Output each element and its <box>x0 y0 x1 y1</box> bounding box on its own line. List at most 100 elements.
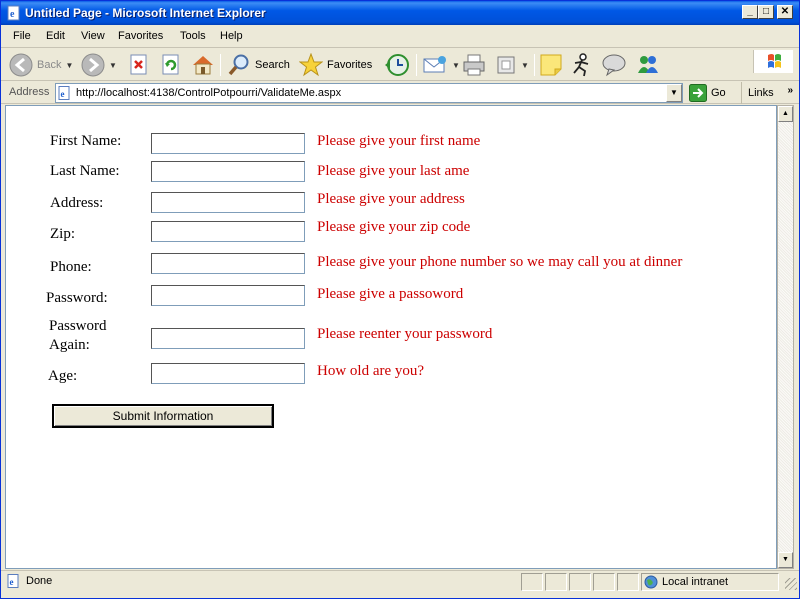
age-field[interactable] <box>151 363 305 384</box>
address-label: Address <box>9 86 50 98</box>
browser-window: e Untitled Page - Microsoft Internet Exp… <box>0 0 800 599</box>
discuss-button[interactable] <box>539 52 563 78</box>
last-name-label: Last Name: <box>50 163 120 179</box>
go-label: Go <box>711 87 726 99</box>
back-arrow-icon <box>9 53 33 77</box>
home-icon <box>193 56 213 75</box>
mail-dropdown-icon[interactable]: ▼ <box>452 61 460 70</box>
first-name-label: First Name: <box>50 133 122 149</box>
last-name-validator: Please give your last ame <box>317 163 470 179</box>
msn-people-icon <box>638 56 658 73</box>
links-button[interactable]: Links » <box>741 82 799 104</box>
ie-page-icon: e <box>7 5 20 21</box>
status-pane <box>521 573 543 591</box>
menu-bar: File Edit View Favorites Tools Help <box>1 26 799 73</box>
zip-validator: Please give your zip code <box>317 219 471 235</box>
zone-text: Local intranet <box>662 576 729 588</box>
menu-favorites[interactable]: Favorites <box>118 30 163 42</box>
chat-button[interactable] <box>601 52 627 78</box>
edit-button[interactable]: ▼ <box>495 52 529 78</box>
standard-toolbar: Back ▼ ▼ Search Favorites ▼ ▼ <box>1 49 799 81</box>
search-icon <box>228 54 249 76</box>
menu-tools[interactable]: Tools <box>180 30 206 42</box>
search-button[interactable]: Search <box>227 52 290 78</box>
edit-page-icon <box>497 56 515 74</box>
stop-icon <box>130 54 147 75</box>
svg-text:e: e <box>10 577 14 587</box>
go-button[interactable]: Go <box>689 84 726 102</box>
printer-icon <box>463 54 485 76</box>
title-bar[interactable]: e Untitled Page - Microsoft Internet Exp… <box>1 1 799 25</box>
print-button[interactable] <box>461 52 487 78</box>
menu-view[interactable]: View <box>81 30 105 42</box>
back-dropdown-icon[interactable]: ▼ <box>65 61 73 70</box>
first-name-field[interactable] <box>151 133 305 154</box>
forward-button[interactable]: ▼ <box>81 52 117 78</box>
password-again-validator: Please reenter your password <box>317 326 493 342</box>
status-pane <box>569 573 591 591</box>
status-pane <box>593 573 615 591</box>
menu-file[interactable]: File <box>13 30 31 42</box>
links-chevron-icon[interactable]: » <box>787 80 793 102</box>
address-input[interactable]: e http://localhost:4138/ControlPotpourri… <box>55 83 683 103</box>
address-field[interactable] <box>151 192 305 213</box>
scroll-up-icon[interactable]: ▲ <box>778 106 793 122</box>
menu-help[interactable]: Help <box>220 30 243 42</box>
password-again-field[interactable] <box>151 328 305 349</box>
svg-text:e: e <box>10 9 15 20</box>
age-label: Age: <box>48 368 78 384</box>
home-button[interactable] <box>191 52 215 78</box>
favorites-label: Favorites <box>327 59 373 71</box>
mail-button[interactable]: ▼ <box>422 52 460 78</box>
favorites-button[interactable]: Favorites <box>299 52 372 78</box>
edit-dropdown-icon[interactable]: ▼ <box>521 61 529 70</box>
password-validator: Please give a passoword <box>317 286 464 302</box>
search-label: Search <box>255 59 290 71</box>
links-label: Links <box>748 87 774 99</box>
messenger-person-icon <box>573 53 589 77</box>
refresh-button[interactable] <box>160 52 182 78</box>
menu-edit[interactable]: Edit <box>46 30 65 42</box>
submit-button[interactable]: Submit Information <box>52 404 274 428</box>
svg-text:e: e <box>61 89 65 99</box>
page-icon: e <box>58 86 70 100</box>
status-text: Done <box>26 575 53 587</box>
password-label: Password: <box>46 290 108 306</box>
maximize-button[interactable]: □ <box>758 5 774 19</box>
messenger-button[interactable] <box>570 52 594 78</box>
address-validator: Please give your address <box>317 191 465 207</box>
address-url[interactable]: http://localhost:4138/ControlPotpourri/V… <box>76 87 341 99</box>
history-button[interactable] <box>384 52 410 78</box>
stop-button[interactable] <box>128 52 150 78</box>
forward-arrow-icon <box>81 53 105 77</box>
address-dropdown-icon[interactable]: ▼ <box>666 84 682 102</box>
msn-button[interactable] <box>635 52 661 78</box>
refresh-icon <box>162 54 179 75</box>
password-field[interactable] <box>151 285 305 306</box>
status-bar: e Done Local intranet <box>1 570 799 592</box>
intranet-globe-icon <box>644 575 658 589</box>
forward-dropdown-icon[interactable]: ▼ <box>109 61 117 70</box>
toolbar-separator <box>534 54 535 76</box>
back-button[interactable]: Back ▼ <box>9 52 73 78</box>
toolbar-separator <box>220 54 221 76</box>
mail-icon <box>423 56 446 73</box>
history-icon <box>385 54 409 76</box>
status-pane <box>617 573 639 591</box>
scroll-down-icon[interactable]: ▼ <box>778 552 793 568</box>
back-label: Back <box>37 59 62 71</box>
age-validator: How old are you? <box>317 363 425 379</box>
go-arrow-icon <box>689 84 707 102</box>
status-page-icon: e <box>7 574 19 588</box>
speech-bubble-icon <box>602 54 626 77</box>
phone-validator: Please give your phone number so we may … <box>317 254 683 270</box>
page-content: First Name: Please give your first name … <box>5 105 777 569</box>
minimize-button[interactable]: _ <box>742 5 758 19</box>
zip-field[interactable] <box>151 221 305 242</box>
close-button[interactable]: ✕ <box>777 5 793 19</box>
resize-grip[interactable] <box>785 578 797 590</box>
last-name-field[interactable] <box>151 161 305 182</box>
vertical-scrollbar[interactable]: ▲ ▼ <box>777 105 794 569</box>
phone-field[interactable] <box>151 253 305 274</box>
note-icon <box>540 54 562 76</box>
